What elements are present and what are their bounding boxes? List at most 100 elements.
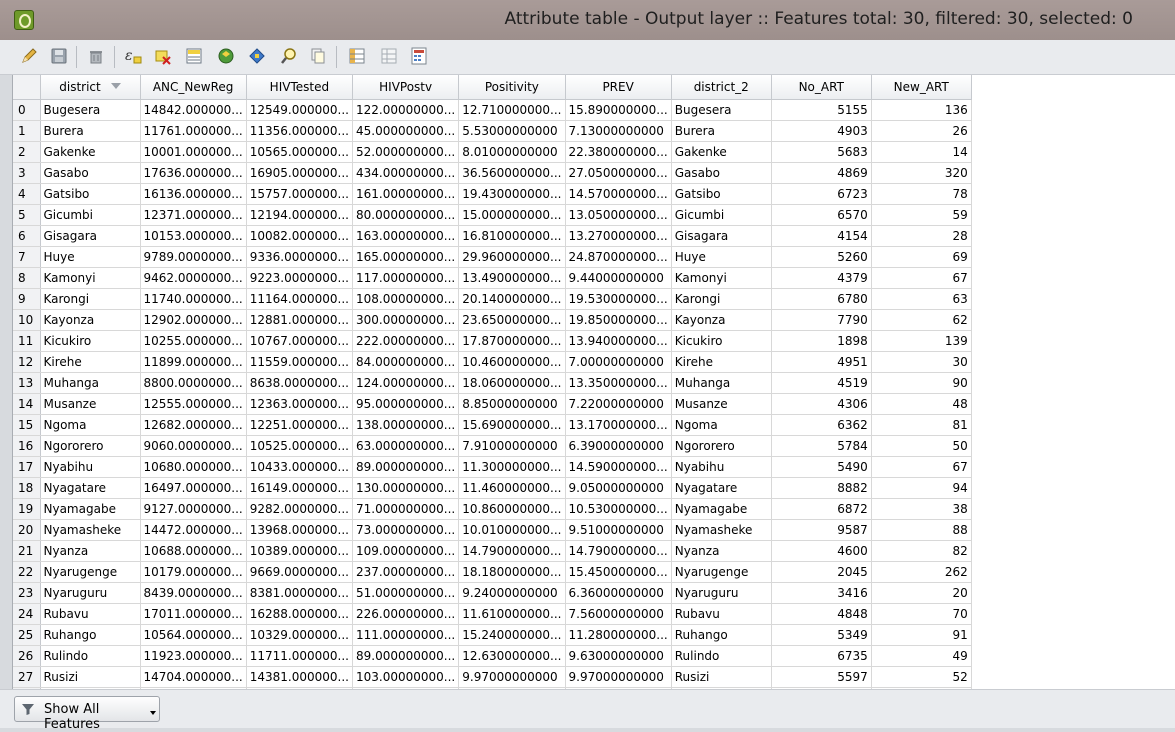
table-cell[interactable]: 124.00000000... <box>352 372 460 394</box>
table-cell[interactable]: 6362 <box>771 414 872 436</box>
row-header[interactable]: 27 <box>13 666 41 688</box>
table-row[interactable]: 1 Burera 11761.000000... 11356.000000... 45.… <box>13 120 972 142</box>
table-cell[interactable]: 69 <box>871 246 972 268</box>
table-row[interactable]: 3 Gasabo 17636.000000... 16905.000000... 434… <box>13 162 972 184</box>
table-cell[interactable]: 15.240000000... <box>458 624 566 646</box>
table-cell[interactable]: 122.00000000... <box>352 99 460 121</box>
row-header[interactable]: 20 <box>13 519 41 541</box>
table-row[interactable]: 19 Nyamagabe 9127.0000000... 9282.0000000..… <box>13 498 972 520</box>
table-cell[interactable]: 9.44000000000 <box>565 267 672 289</box>
table-cell[interactable]: 16288.000000... <box>246 603 354 625</box>
table-cell[interactable]: 9.05000000000 <box>565 477 672 499</box>
table-cell[interactable]: 7790 <box>771 309 872 331</box>
table-cell[interactable]: Gicumbi <box>671 204 772 226</box>
table-cell[interactable]: 14381.000000... <box>246 666 354 688</box>
row-header[interactable]: 0 <box>13 99 41 121</box>
table-cell[interactable]: 139 <box>871 330 972 352</box>
table-cell[interactable]: 12371.000000... <box>140 204 247 226</box>
table-row[interactable]: 10 Kayonza 12902.000000... 12881.000000... 3… <box>13 309 972 331</box>
table-cell[interactable]: 5349 <box>771 624 872 646</box>
table-cell[interactable]: 90 <box>871 372 972 394</box>
table-cell[interactable]: Ngoma <box>671 414 772 436</box>
table-cell[interactable]: 62 <box>871 309 972 331</box>
row-header[interactable]: 13 <box>13 372 41 394</box>
table-cell[interactable]: 10433.000000... <box>246 456 354 478</box>
row-header[interactable]: 24 <box>13 603 41 625</box>
table-row[interactable]: 5 Gicumbi 12371.000000... 12194.000000... 80… <box>13 204 972 226</box>
table-cell[interactable]: 1898 <box>771 330 872 352</box>
table-cell[interactable]: 10.530000000... <box>565 498 672 520</box>
table-cell[interactable]: Burera <box>40 120 141 142</box>
table-cell[interactable]: 14704.000000... <box>140 666 247 688</box>
table-cell[interactable]: 13968.000000... <box>246 519 354 541</box>
table-cell[interactable]: 16136.000000... <box>140 183 247 205</box>
row-header[interactable]: 19 <box>13 498 41 520</box>
table-cell[interactable]: 12.630000000... <box>458 645 566 667</box>
table-cell[interactable]: Nyaruguru <box>671 582 772 604</box>
table-cell[interactable]: 10329.000000... <box>246 624 354 646</box>
table-cell[interactable]: 4600 <box>771 540 872 562</box>
table-cell[interactable]: Nyabihu <box>40 456 141 478</box>
table-cell[interactable]: 13.270000000... <box>565 225 672 247</box>
table-cell[interactable]: 10389.000000... <box>246 540 354 562</box>
table-cell[interactable]: Gasabo <box>40 162 141 184</box>
table-cell[interactable]: Kicukiro <box>40 330 141 352</box>
table-cell[interactable]: 59 <box>871 204 972 226</box>
table-cell[interactable]: 14 <box>871 141 972 163</box>
table-cell[interactable]: Ngororero <box>671 435 772 457</box>
table-cell[interactable]: 63.000000000... <box>352 435 460 457</box>
column-header-hivpostv[interactable]: HIVPostv <box>352 75 460 100</box>
delete-feature-button[interactable] <box>85 45 107 67</box>
table-cell[interactable]: 17636.000000... <box>140 162 247 184</box>
table-cell[interactable]: 11740.000000... <box>140 288 247 310</box>
table-cell[interactable]: 9.97000000000 <box>458 666 566 688</box>
table-cell[interactable]: 4154 <box>771 225 872 247</box>
table-cell[interactable]: 78 <box>871 183 972 205</box>
table-row[interactable]: 18 Nyagatare 16497.000000... 16149.000000..… <box>13 477 972 499</box>
table-cell[interactable]: 80.000000000... <box>352 204 460 226</box>
table-cell[interactable]: 14.790000000... <box>458 540 566 562</box>
table-cell[interactable]: 13.170000000... <box>565 414 672 436</box>
table-cell[interactable]: 6872 <box>771 498 872 520</box>
table-cell[interactable]: 6.36000000000 <box>565 582 672 604</box>
table-cell[interactable]: 48 <box>871 393 972 415</box>
row-header[interactable]: 3 <box>13 162 41 184</box>
new-column-button[interactable] <box>378 45 400 67</box>
table-cell[interactable]: 130.00000000... <box>352 477 460 499</box>
table-cell[interactable]: 5490 <box>771 456 872 478</box>
table-cell[interactable]: 9789.0000000... <box>140 246 247 268</box>
table-cell[interactable]: 7.91000000000 <box>458 435 566 457</box>
table-cell[interactable]: Muhanga <box>671 372 772 394</box>
table-cell[interactable]: 12555.000000... <box>140 393 247 415</box>
table-row[interactable]: 4 Gatsibo 16136.000000... 15757.000000... 16… <box>13 183 972 205</box>
table-cell[interactable]: Nyamagabe <box>40 498 141 520</box>
table-row[interactable]: 27 Rusizi 14704.000000... 14381.000000... 10… <box>13 666 972 688</box>
table-cell[interactable]: 8381.0000000... <box>246 582 354 604</box>
table-cell[interactable]: 73.000000000... <box>352 519 460 541</box>
table-row[interactable]: 16 Ngororero 9060.0000000... 10525.000000..… <box>13 435 972 457</box>
table-cell[interactable]: 29.960000000... <box>458 246 566 268</box>
table-row[interactable]: 9 Karongi 11740.000000... 11164.000000... 10… <box>13 288 972 310</box>
table-cell[interactable]: 10767.000000... <box>246 330 354 352</box>
table-cell[interactable]: Nyanza <box>40 540 141 562</box>
move-selection-top-button[interactable] <box>183 45 205 67</box>
table-cell[interactable]: 16149.000000... <box>246 477 354 499</box>
table-cell[interactable]: 7.22000000000 <box>565 393 672 415</box>
table-cell[interactable]: 300.00000000... <box>352 309 460 331</box>
table-cell[interactable]: 23.650000000... <box>458 309 566 331</box>
table-cell[interactable]: 15.690000000... <box>458 414 566 436</box>
row-header[interactable]: 26 <box>13 645 41 667</box>
table-cell[interactable]: 88 <box>871 519 972 541</box>
table-cell[interactable]: Ngoma <box>40 414 141 436</box>
table-cell[interactable]: 12682.000000... <box>140 414 247 436</box>
table-cell[interactable]: Nyarugenge <box>40 561 141 583</box>
table-cell[interactable]: 9.97000000000 <box>565 666 672 688</box>
table-cell[interactable]: Kirehe <box>671 351 772 373</box>
table-cell[interactable]: 14842.000000... <box>140 99 247 121</box>
row-header[interactable]: 22 <box>13 561 41 583</box>
table-cell[interactable]: 13.350000000... <box>565 372 672 394</box>
table-corner[interactable] <box>13 75 41 100</box>
table-cell[interactable]: Nyabihu <box>671 456 772 478</box>
table-cell[interactable]: 10680.000000... <box>140 456 247 478</box>
table-cell[interactable]: 10.460000000... <box>458 351 566 373</box>
